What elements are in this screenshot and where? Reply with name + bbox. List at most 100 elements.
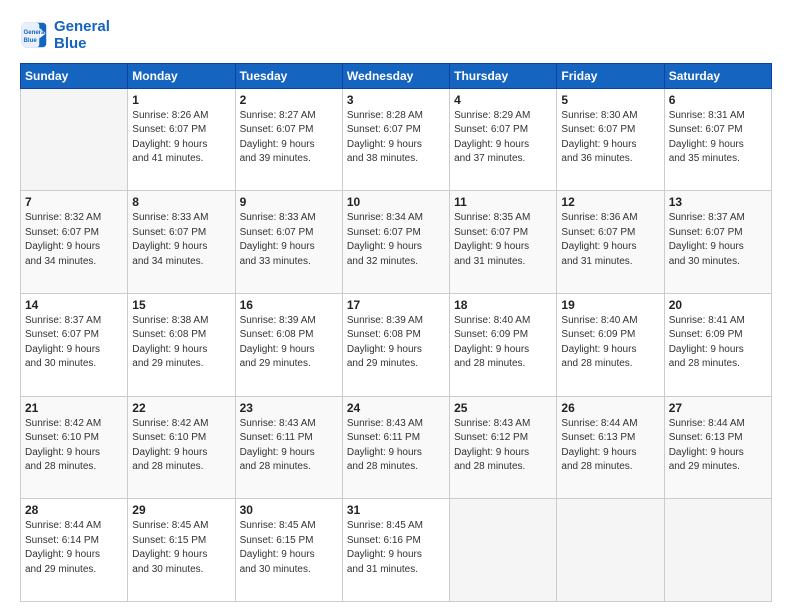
day-number: 5 [561,93,659,107]
calendar-header-row: SundayMondayTuesdayWednesdayThursdayFrid… [21,63,772,88]
calendar-cell: 31 Sunrise: 8:45 AM Sunset: 6:16 PM Dayli… [342,499,449,602]
day-info: Sunrise: 8:26 AM Sunset: 6:07 PM Dayligh… [132,109,230,167]
day-info: Sunrise: 8:36 AM Sunset: 6:07 PM Dayligh… [561,211,659,269]
day-info: Sunrise: 8:31 AM Sunset: 6:07 PM Dayligh… [669,109,767,167]
calendar-cell: 13 Sunrise: 8:37 AM Sunset: 6:07 PM Dayli… [664,191,771,294]
day-number: 9 [240,195,338,209]
logo-icon: General Blue [20,21,48,49]
calendar-cell: 5 Sunrise: 8:30 AM Sunset: 6:07 PM Daylig… [557,88,664,191]
calendar-cell: 1Sunrise: 8:26 AM Sunset: 6:07 PM Daylig… [128,88,235,191]
calendar-cell: 27 Sunrise: 8:44 AM Sunset: 6:13 PM Dayli… [664,396,771,499]
day-info: Sunrise: 8:44 AM Sunset: 6:13 PM Dayligh… [669,417,767,475]
day-info: Sunrise: 8:39 AM Sunset: 6:08 PM Dayligh… [347,314,445,372]
day-number: 31 [347,503,445,517]
day-number: 26 [561,401,659,415]
calendar-cell: 18 Sunrise: 8:40 AM Sunset: 6:09 PM Dayli… [450,293,557,396]
calendar-cell: 7 Sunrise: 8:32 AM Sunset: 6:07 PM Daylig… [21,191,128,294]
calendar-cell: 12Sunrise: 8:36 AM Sunset: 6:07 PM Dayli… [557,191,664,294]
header: General Blue General Blue [20,18,772,53]
day-info: Sunrise: 8:35 AM Sunset: 6:07 PM Dayligh… [454,211,552,269]
calendar-cell: 3 Sunrise: 8:28 AM Sunset: 6:07 PM Daylig… [342,88,449,191]
day-info: Sunrise: 8:44 AM Sunset: 6:14 PM Dayligh… [25,519,123,577]
day-info: Sunrise: 8:42 AM Sunset: 6:10 PM Dayligh… [132,417,230,475]
day-info: Sunrise: 8:45 AM Sunset: 6:16 PM Dayligh… [347,519,445,577]
day-number: 18 [454,298,552,312]
calendar-cell: 11Sunrise: 8:35 AM Sunset: 6:07 PM Dayli… [450,191,557,294]
day-number: 7 [25,195,123,209]
day-info: Sunrise: 8:33 AM Sunset: 6:07 PM Dayligh… [132,211,230,269]
day-number: 13 [669,195,767,209]
calendar-weekday-wednesday: Wednesday [342,63,449,88]
calendar-cell: 8 Sunrise: 8:33 AM Sunset: 6:07 PM Daylig… [128,191,235,294]
calendar-table: SundayMondayTuesdayWednesdayThursdayFrid… [20,63,772,603]
day-number: 30 [240,503,338,517]
day-number: 20 [669,298,767,312]
day-info: Sunrise: 8:43 AM Sunset: 6:12 PM Dayligh… [454,417,552,475]
day-number: 14 [25,298,123,312]
svg-text:General: General [24,29,47,36]
day-number: 16 [240,298,338,312]
logo-text: General [54,18,110,35]
calendar-cell: 23 Sunrise: 8:43 AM Sunset: 6:11 PM Dayli… [235,396,342,499]
calendar-cell: 6Sunrise: 8:31 AM Sunset: 6:07 PM Daylig… [664,88,771,191]
day-info: Sunrise: 8:33 AM Sunset: 6:07 PM Dayligh… [240,211,338,269]
calendar-week-row: 28 Sunrise: 8:44 AM Sunset: 6:14 PM Dayli… [21,499,772,602]
calendar-week-row: 1Sunrise: 8:26 AM Sunset: 6:07 PM Daylig… [21,88,772,191]
calendar-cell [21,88,128,191]
calendar-cell: 19 Sunrise: 8:40 AM Sunset: 6:09 PM Dayli… [557,293,664,396]
day-number: 15 [132,298,230,312]
day-info: Sunrise: 8:43 AM Sunset: 6:11 PM Dayligh… [240,417,338,475]
calendar-weekday-sunday: Sunday [21,63,128,88]
day-number: 29 [132,503,230,517]
calendar-cell: 15 Sunrise: 8:38 AM Sunset: 6:08 PM Dayli… [128,293,235,396]
day-number: 25 [454,401,552,415]
day-number: 23 [240,401,338,415]
day-number: 8 [132,195,230,209]
logo: General Blue General Blue [20,18,110,53]
day-number: 17 [347,298,445,312]
calendar-cell: 30 Sunrise: 8:45 AM Sunset: 6:15 PM Dayli… [235,499,342,602]
day-number: 27 [669,401,767,415]
day-info: Sunrise: 8:41 AM Sunset: 6:09 PM Dayligh… [669,314,767,372]
calendar-weekday-saturday: Saturday [664,63,771,88]
calendar-cell: 2Sunrise: 8:27 AM Sunset: 6:07 PM Daylig… [235,88,342,191]
logo-text2: Blue [54,35,110,52]
calendar-cell: 24Sunrise: 8:43 AM Sunset: 6:11 PM Dayli… [342,396,449,499]
calendar-cell: 22 Sunrise: 8:42 AM Sunset: 6:10 PM Dayli… [128,396,235,499]
calendar-cell: 21Sunrise: 8:42 AM Sunset: 6:10 PM Dayli… [21,396,128,499]
calendar-weekday-friday: Friday [557,63,664,88]
calendar-cell: 29Sunrise: 8:45 AM Sunset: 6:15 PM Dayli… [128,499,235,602]
day-number: 4 [454,93,552,107]
day-info: Sunrise: 8:45 AM Sunset: 6:15 PM Dayligh… [240,519,338,577]
day-number: 28 [25,503,123,517]
day-info: Sunrise: 8:40 AM Sunset: 6:09 PM Dayligh… [561,314,659,372]
calendar-week-row: 21 Sunrise: 8:42 AM Sunset: 6:10 PM Dayli… [21,396,772,499]
calendar-cell: 25 Sunrise: 8:43 AM Sunset: 6:12 PM Dayli… [450,396,557,499]
day-info: Sunrise: 8:32 AM Sunset: 6:07 PM Dayligh… [25,211,123,269]
calendar-cell: 28 Sunrise: 8:44 AM Sunset: 6:14 PM Dayli… [21,499,128,602]
calendar-cell [450,499,557,602]
day-number: 19 [561,298,659,312]
day-number: 22 [132,401,230,415]
day-info: Sunrise: 8:40 AM Sunset: 6:09 PM Dayligh… [454,314,552,372]
svg-text:Blue: Blue [24,37,38,44]
calendar-cell: 17 Sunrise: 8:39 AM Sunset: 6:08 PM Dayli… [342,293,449,396]
calendar-cell [557,499,664,602]
calendar-cell: 16Sunrise: 8:39 AM Sunset: 6:08 PM Dayli… [235,293,342,396]
day-number: 21 [25,401,123,415]
day-info: Sunrise: 8:30 AM Sunset: 6:07 PM Dayligh… [561,109,659,167]
calendar-weekday-tuesday: Tuesday [235,63,342,88]
day-info: Sunrise: 8:44 AM Sunset: 6:13 PM Dayligh… [561,417,659,475]
day-info: Sunrise: 8:28 AM Sunset: 6:07 PM Dayligh… [347,109,445,167]
day-info: Sunrise: 8:38 AM Sunset: 6:08 PM Dayligh… [132,314,230,372]
day-number: 24 [347,401,445,415]
calendar-cell: 9 Sunrise: 8:33 AM Sunset: 6:07 PM Daylig… [235,191,342,294]
day-info: Sunrise: 8:37 AM Sunset: 6:07 PM Dayligh… [669,211,767,269]
calendar-weekday-thursday: Thursday [450,63,557,88]
day-info: Sunrise: 8:34 AM Sunset: 6:07 PM Dayligh… [347,211,445,269]
day-info: Sunrise: 8:27 AM Sunset: 6:07 PM Dayligh… [240,109,338,167]
day-info: Sunrise: 8:37 AM Sunset: 6:07 PM Dayligh… [25,314,123,372]
day-number: 10 [347,195,445,209]
day-number: 3 [347,93,445,107]
calendar-cell [664,499,771,602]
